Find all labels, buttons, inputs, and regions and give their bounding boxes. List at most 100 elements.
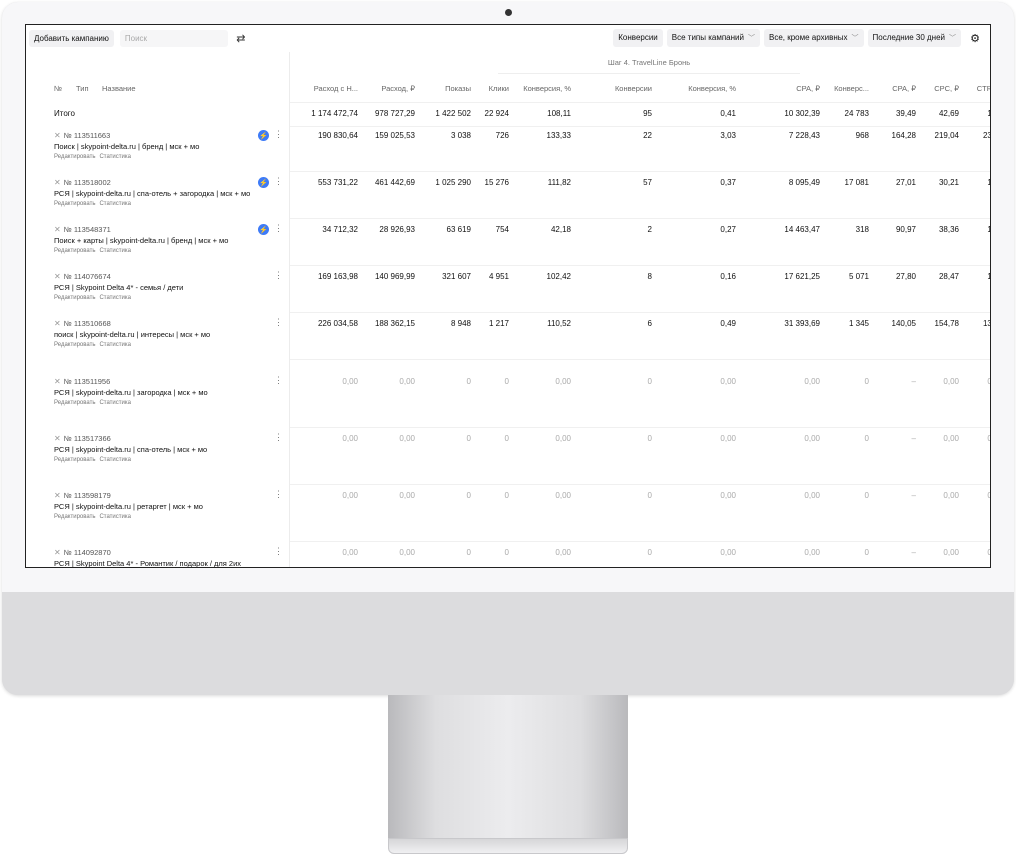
- app-screen: Добавить кампанию Поиск ⇄ Конверсии Все …: [25, 24, 991, 568]
- metric-cell: 0,00: [342, 491, 358, 500]
- col-header-type[interactable]: Тип: [76, 74, 89, 102]
- conversions-button[interactable]: Конверсии: [613, 29, 663, 47]
- edit-link[interactable]: Редактировать: [54, 295, 95, 301]
- edit-link[interactable]: Редактировать: [54, 400, 95, 406]
- metric-cell: 34 712,32: [322, 225, 358, 234]
- stats-link[interactable]: Статистика: [99, 514, 131, 520]
- col-header[interactable]: Расход, ₽: [381, 74, 415, 102]
- col-header[interactable]: CPA, ₽: [892, 74, 916, 102]
- col-header[interactable]: Конверсия, %: [523, 74, 571, 102]
- metric-cell: 0: [864, 548, 869, 557]
- total-cell: 95: [643, 109, 652, 118]
- campaign-name[interactable]: РСЯ | Skypoint Delta 4* - Романтик / под…: [54, 559, 284, 567]
- campaign-name[interactable]: поиск | skypoint-delta.ru | интересы | м…: [54, 330, 284, 339]
- edit-link[interactable]: Редактировать: [54, 457, 95, 463]
- metric-cell: 0,00: [943, 548, 959, 557]
- campaign-name[interactable]: Поиск + карты | skypoint-delta.ru | брен…: [54, 236, 284, 245]
- more-options-icon[interactable]: ⋮: [274, 270, 283, 281]
- autostrategy-icon[interactable]: ⚡: [258, 177, 269, 188]
- campaign-name[interactable]: РСЯ | Skypoint Delta 4* - семья / дети: [54, 283, 284, 292]
- metric-cell: 0,27: [720, 225, 736, 234]
- col-header[interactable]: Расход с Н...: [314, 74, 358, 102]
- edit-link[interactable]: Редактировать: [54, 342, 95, 348]
- autostrategy-icon[interactable]: ⚡: [258, 130, 269, 141]
- campaign-item[interactable]: ✕ № 113548371 Поиск + карты | skypoint-del…: [54, 225, 284, 254]
- campaign-types-select[interactable]: Все типы кампаний ﹀: [666, 29, 760, 47]
- campaign-number: № 113518002: [63, 178, 111, 187]
- metric-cell: 754: [495, 225, 509, 234]
- metric-cell: 4 951: [488, 272, 509, 281]
- metric-cell: 0: [864, 434, 869, 443]
- metric-cell: 0,00: [720, 377, 736, 386]
- metric-cell: 17 621,25: [784, 272, 820, 281]
- chevron-down-icon: ﹀: [748, 35, 755, 42]
- more-options-icon[interactable]: ⋮: [274, 129, 283, 140]
- gear-icon[interactable]: ⚙: [968, 29, 982, 47]
- autostrategy-icon[interactable]: ⚡: [258, 224, 269, 235]
- campaign-item[interactable]: ✕ № 113517366 РСЯ | skypoint-delta.ru | сп…: [54, 434, 284, 463]
- edit-link[interactable]: Редактировать: [54, 248, 95, 254]
- stats-link[interactable]: Статистика: [99, 248, 131, 254]
- col-header[interactable]: CPA, ₽: [796, 74, 820, 102]
- header-divider: [290, 102, 990, 103]
- stats-link[interactable]: Статистика: [99, 295, 131, 301]
- more-options-icon[interactable]: ⋮: [274, 546, 283, 557]
- stats-link[interactable]: Статистика: [99, 457, 131, 463]
- total-cell: 108,11: [547, 109, 571, 118]
- metric-cell: 0: [466, 434, 471, 443]
- total-cell: 1 174 472,74: [311, 109, 358, 118]
- more-options-icon[interactable]: ⋮: [274, 489, 283, 500]
- campaign-item[interactable]: ✕ № 114076674 РСЯ | Skypoint Delta 4* - се…: [54, 272, 284, 301]
- col-header-number[interactable]: №: [54, 74, 62, 102]
- col-header-name[interactable]: Название: [102, 74, 136, 102]
- campaign-name[interactable]: РСЯ | skypoint-delta.ru | ретаргет | мск…: [54, 502, 284, 511]
- period-select[interactable]: Последние 30 дней ﹀: [867, 29, 961, 47]
- more-options-icon[interactable]: ⋮: [274, 432, 283, 443]
- campaign-type-icon: ✕: [54, 491, 61, 500]
- campaign-item[interactable]: ✕ № 113510668 поиск | skypoint-delta.ru | …: [54, 319, 284, 348]
- col-header[interactable]: Конверс...: [834, 74, 869, 102]
- campaign-item[interactable]: ✕ № 113518002 РСЯ | skypoint-delta.ru | сп…: [54, 178, 284, 207]
- more-options-icon[interactable]: ⋮: [274, 375, 283, 386]
- campaign-type-icon: ✕: [54, 225, 61, 234]
- goal-step-header: Шаг 4. TravelLine Бронь: [498, 52, 800, 74]
- col-header[interactable]: Клики: [489, 74, 509, 102]
- more-options-icon[interactable]: ⋮: [274, 223, 283, 234]
- col-header[interactable]: CPC, ₽: [934, 74, 959, 102]
- total-cell: 39,49: [895, 109, 916, 118]
- campaign-item[interactable]: ✕ № 114092870 РСЯ | Skypoint Delta 4* - Ро…: [54, 548, 284, 567]
- col-header[interactable]: Конверсии: [615, 74, 652, 102]
- campaign-name[interactable]: Поиск | skypoint-delta.ru | бренд | мск …: [54, 142, 284, 151]
- metric-cell: –: [911, 491, 916, 500]
- search-input[interactable]: Поиск: [119, 29, 228, 47]
- col-header[interactable]: Показы: [445, 74, 471, 102]
- edit-link[interactable]: Редактировать: [54, 201, 95, 207]
- more-options-icon[interactable]: ⋮: [274, 176, 283, 187]
- metric-cell: 0: [864, 491, 869, 500]
- metric-cell: 8: [647, 272, 652, 281]
- edit-link[interactable]: Редактировать: [54, 514, 95, 520]
- stats-link[interactable]: Статистика: [99, 400, 131, 406]
- stats-link[interactable]: Статистика: [99, 154, 131, 160]
- metric-cell: 553 731,22: [317, 178, 358, 187]
- campaign-name[interactable]: РСЯ | skypoint-delta.ru | спа-отель | мс…: [54, 445, 284, 454]
- campaign-name[interactable]: РСЯ | skypoint-delta.ru | спа-отель + за…: [54, 189, 284, 198]
- stats-link[interactable]: Статистика: [99, 342, 131, 348]
- metric-cell: 159 025,53: [374, 131, 415, 140]
- filter-settings-icon[interactable]: ⇄: [234, 31, 248, 45]
- col-header[interactable]: Конверсия, %: [688, 74, 736, 102]
- stats-link[interactable]: Статистика: [99, 201, 131, 207]
- campaign-item[interactable]: ✕ № 113511663 Поиск | skypoint-delta.ru | …: [54, 131, 284, 160]
- metric-cell: –: [911, 377, 916, 386]
- campaign-item[interactable]: ✕ № 113598179 РСЯ | skypoint-delta.ru | ре…: [54, 491, 284, 520]
- more-options-icon[interactable]: ⋮: [274, 317, 283, 328]
- metric-cell: 0,00: [987, 377, 990, 386]
- edit-link[interactable]: Редактировать: [54, 154, 95, 160]
- add-campaign-button[interactable]: Добавить кампанию: [29, 29, 114, 47]
- archive-filter-select[interactable]: Все, кроме архивных ﹀: [764, 29, 864, 47]
- col-header[interactable]: CTR, %: [977, 74, 990, 102]
- metric-cell: 102,42: [546, 272, 571, 281]
- campaigns-list: № Тип Название Итого ✕ № 113511663 Поиск |…: [26, 52, 290, 567]
- campaign-name[interactable]: РСЯ | skypoint-delta.ru | загородка | мс…: [54, 388, 284, 397]
- campaign-item[interactable]: ✕ № 113511956 РСЯ | skypoint-delta.ru | за…: [54, 377, 284, 406]
